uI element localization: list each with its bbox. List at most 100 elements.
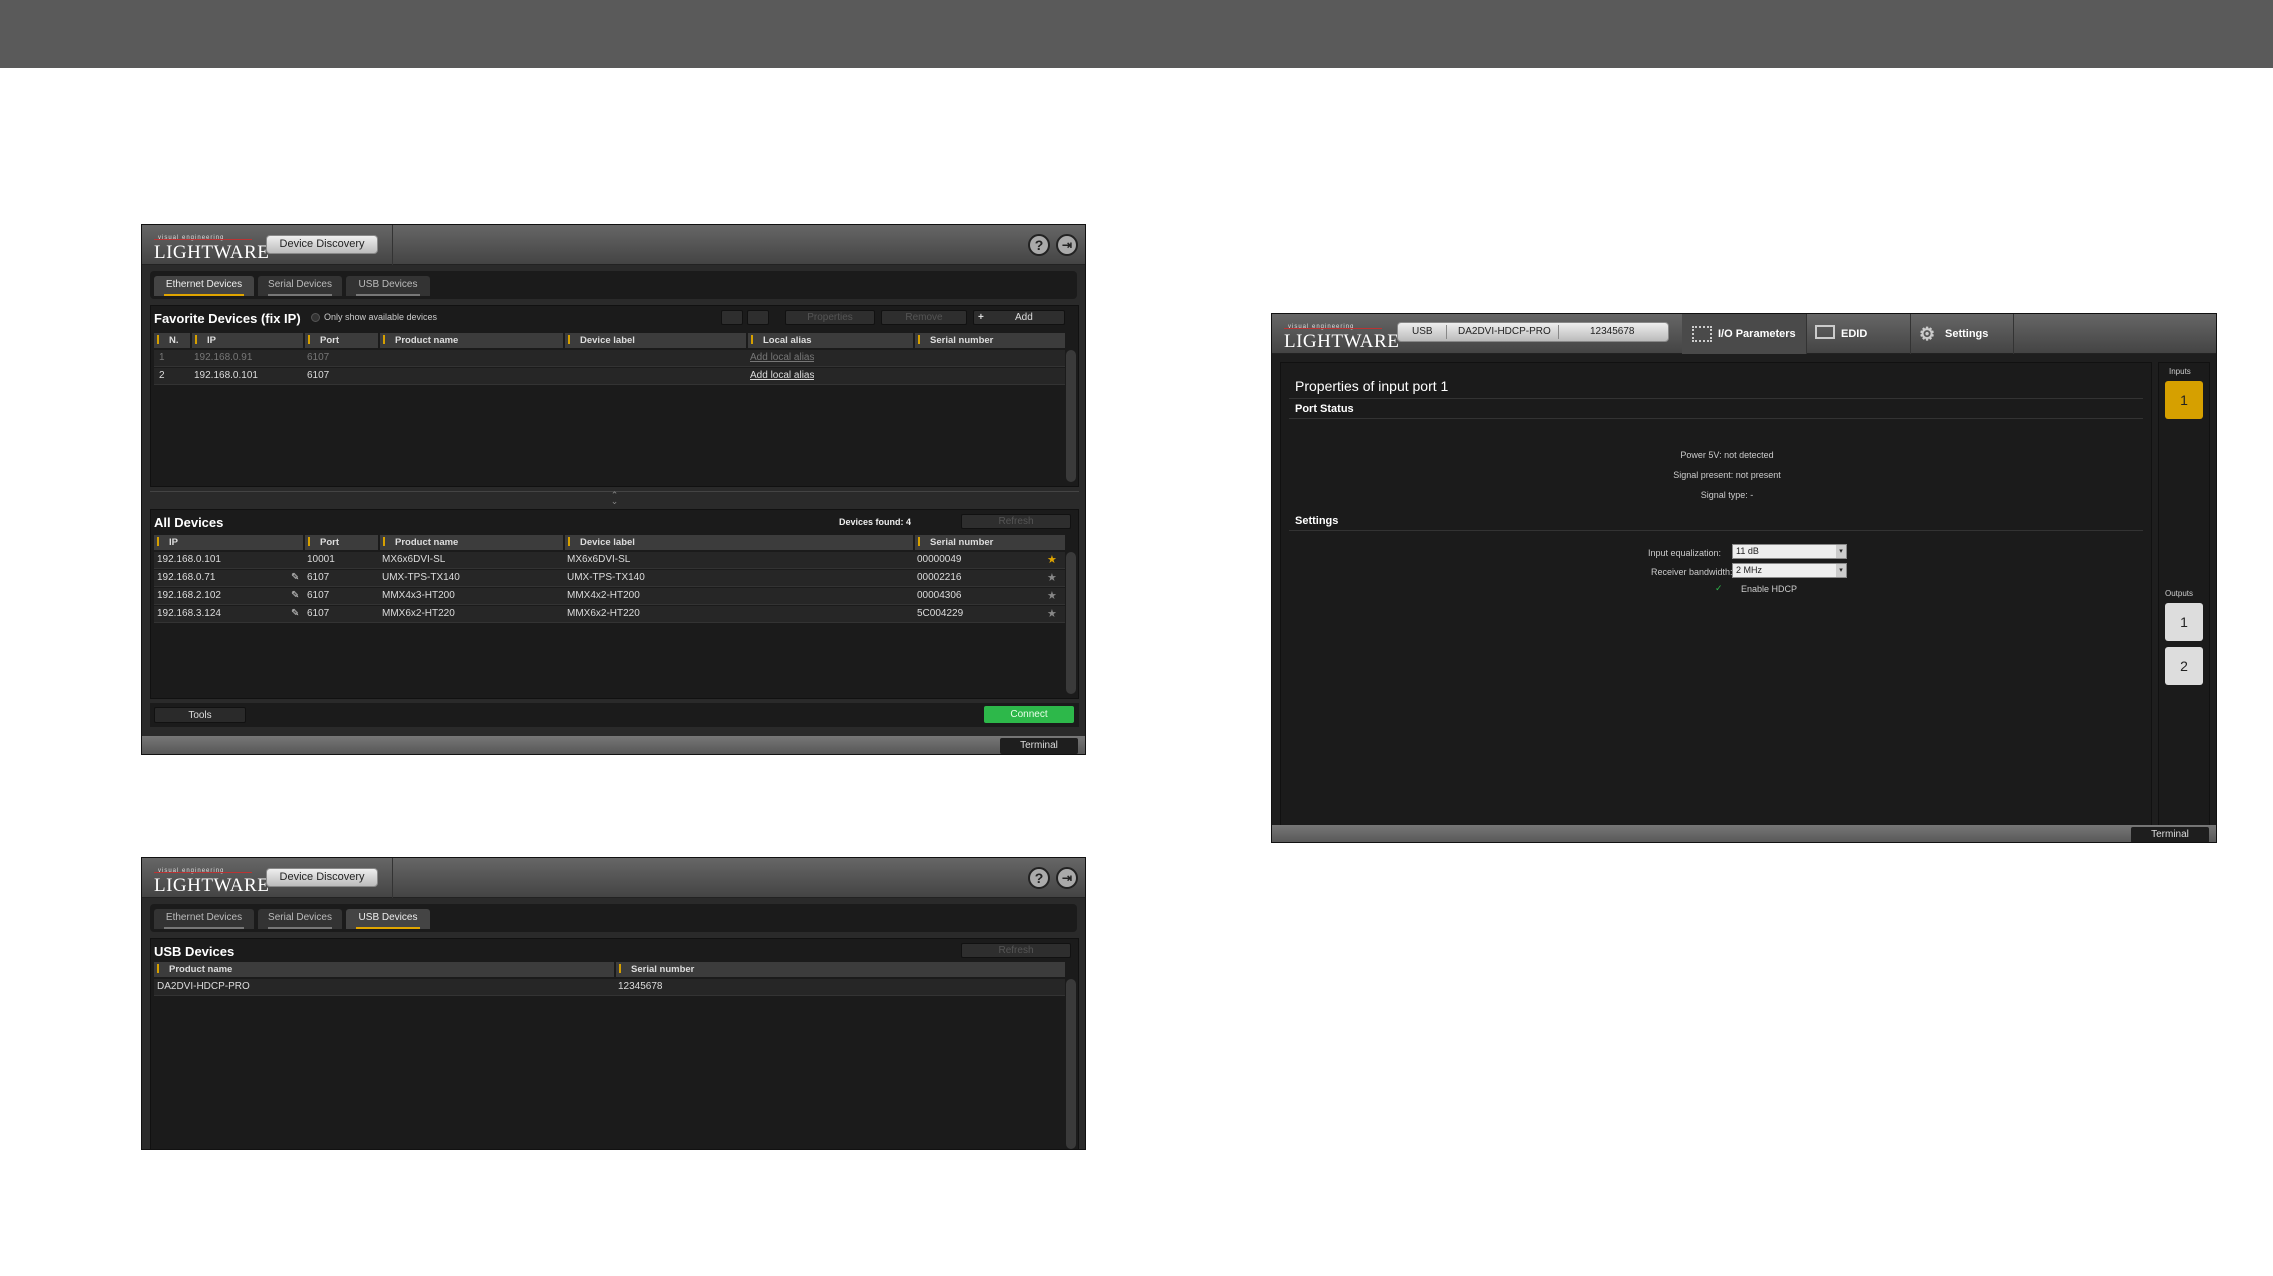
enable-hdcp-label: Enable HDCP xyxy=(1741,584,1798,594)
enable-hdcp-checkbox[interactable]: ✓ xyxy=(1715,584,1724,593)
input-port-1-button[interactable]: 1 xyxy=(2165,381,2203,419)
add-button[interactable]: + Add xyxy=(973,310,1065,325)
only-available-checkbox[interactable] xyxy=(311,313,320,322)
col-header-ip[interactable]: IP xyxy=(154,535,303,550)
col-header-n[interactable]: N. xyxy=(154,333,190,348)
window-header: visual engineering LIGHTWARE Device Disc… xyxy=(142,225,1085,265)
gear-icon: ⚙ xyxy=(1919,324,1936,344)
receiver-bandwidth-select[interactable]: 2 MHz ▾ xyxy=(1732,563,1847,578)
lightware-logo: visual engineering LIGHTWARE xyxy=(154,235,270,263)
device-type-tabs: Ethernet Devices Serial Devices USB Devi… xyxy=(150,904,1077,932)
usb-discovery-window: visual engineering LIGHTWARE Device Disc… xyxy=(141,857,1086,1150)
col-header-product[interactable]: Product name xyxy=(154,962,614,977)
col-header-product[interactable]: Product name xyxy=(380,333,563,348)
lightware-logo: visual engineering LIGHTWARE xyxy=(1284,324,1400,352)
settings-heading: Settings xyxy=(1295,515,1339,527)
move-down-button[interactable] xyxy=(747,310,769,325)
output-port-1-button[interactable]: 1 xyxy=(2165,603,2203,641)
exit-icon[interactable]: ⇥ xyxy=(1056,867,1078,889)
tab-ethernet-devices[interactable]: Ethernet Devices xyxy=(154,909,254,929)
properties-panel: Properties of input port 1 Port Status P… xyxy=(1280,362,2152,828)
ethernet-discovery-window: visual engineering LIGHTWARE Device Disc… xyxy=(141,224,1086,755)
all-devices-title: All Devices xyxy=(154,515,224,530)
col-header-port[interactable]: Port xyxy=(305,333,378,348)
favorite-star-icon[interactable]: ★ xyxy=(1047,571,1057,584)
edit-icon[interactable]: ✎ xyxy=(291,570,299,586)
tab-serial-devices[interactable]: Serial Devices xyxy=(258,276,342,296)
col-header-serial[interactable]: Serial number xyxy=(616,962,1065,977)
usb-devices-panel: USB Devices Refresh Product name Serial … xyxy=(150,938,1079,1149)
device-info-bar[interactable]: USB DA2DVI-HDCP-PRO 12345678 xyxy=(1397,322,1669,342)
col-header-alias[interactable]: Local alias xyxy=(748,333,913,348)
refresh-button[interactable]: Refresh xyxy=(961,943,1071,958)
col-header-ip[interactable]: IP xyxy=(192,333,303,348)
menu-settings[interactable]: ⚙ Settings xyxy=(1910,314,2014,354)
device-discovery-button[interactable]: Device Discovery xyxy=(266,868,378,887)
device-control-window: visual engineering LIGHTWARE USB DA2DVI-… xyxy=(1271,313,2217,843)
all-devices-panel: All Devices Devices found: 4 Refresh IP … xyxy=(150,509,1079,699)
favorite-star-icon[interactable]: ★ xyxy=(1047,607,1057,620)
title-divider xyxy=(1289,398,2143,399)
edit-icon[interactable]: ✎ xyxy=(291,588,299,604)
devices-found-count: Devices found: 4 xyxy=(839,517,912,527)
menu-edid[interactable]: EDID xyxy=(1806,314,1910,354)
device-discovery-button[interactable]: Device Discovery xyxy=(266,235,378,254)
input-equalization-select[interactable]: 11 dB ▾ xyxy=(1732,544,1847,559)
panel-resize-handle[interactable]: ⌃ ⌄ xyxy=(150,491,1079,506)
status-power: Power 5V: not detected xyxy=(1680,450,1774,460)
connect-button[interactable]: Connect xyxy=(984,706,1074,723)
col-header-label[interactable]: Device label xyxy=(565,535,913,550)
favorite-star-icon[interactable]: ★ xyxy=(1047,553,1057,566)
table-row[interactable] xyxy=(154,350,1065,367)
favorites-scrollbar[interactable] xyxy=(1066,350,1076,482)
tab-usb-devices[interactable]: USB Devices xyxy=(346,909,430,929)
col-header-serial[interactable]: Serial number xyxy=(915,333,1065,348)
output-port-2-button[interactable]: 2 xyxy=(2165,647,2203,685)
col-header-product[interactable]: Product name xyxy=(380,535,563,550)
edit-icon[interactable]: ✎ xyxy=(291,606,299,622)
remove-button[interactable]: Remove xyxy=(881,310,967,325)
exit-icon[interactable]: ⇥ xyxy=(1056,234,1078,256)
inputs-label: Inputs xyxy=(2169,367,2191,376)
receiver-bandwidth-label: Receiver bandwidth: xyxy=(1651,567,1733,577)
monitor-icon xyxy=(1815,325,1835,339)
tools-button[interactable]: Tools xyxy=(154,707,246,723)
table-row[interactable] xyxy=(154,979,1065,996)
status-signal-present: Signal present: not present xyxy=(1673,470,1781,480)
window-header: visual engineering LIGHTWARE Device Disc… xyxy=(142,858,1085,898)
port-status-heading: Port Status xyxy=(1295,403,1354,415)
tab-serial-devices[interactable]: Serial Devices xyxy=(258,909,342,929)
footer-bar xyxy=(150,703,1079,727)
table-row[interactable] xyxy=(154,368,1065,385)
add-local-alias-link[interactable]: Add local alias xyxy=(750,368,814,384)
usb-scrollbar[interactable] xyxy=(1066,979,1076,1149)
menu-io-parameters[interactable]: I/O Parameters xyxy=(1682,314,1806,354)
all-devices-scrollbar[interactable] xyxy=(1066,552,1076,694)
page-header-bar xyxy=(0,0,2273,68)
move-up-button[interactable] xyxy=(721,310,743,325)
favorite-star-icon[interactable]: ★ xyxy=(1047,589,1057,602)
add-local-alias-link[interactable]: Add local alias xyxy=(750,350,814,366)
tab-usb-devices[interactable]: USB Devices xyxy=(346,276,430,296)
input-equalization-label: Input equalization: xyxy=(1648,548,1722,558)
port-selector-panel: Inputs 1 Outputs 1 2 xyxy=(2158,362,2210,828)
properties-button[interactable]: Properties xyxy=(785,310,875,325)
only-available-label: Only show available devices xyxy=(324,312,438,322)
window-bottom-bar xyxy=(1272,825,2216,842)
device-type-tabs: Ethernet Devices Serial Devices USB Devi… xyxy=(150,271,1077,299)
terminal-button[interactable]: Terminal xyxy=(2131,827,2209,842)
terminal-button[interactable]: Terminal xyxy=(1000,738,1078,754)
help-icon[interactable]: ? xyxy=(1028,234,1050,256)
tab-ethernet-devices[interactable]: Ethernet Devices xyxy=(154,276,254,296)
col-header-label[interactable]: Device label xyxy=(565,333,746,348)
refresh-button[interactable]: Refresh xyxy=(961,514,1071,529)
favorite-devices-title: Favorite Devices (fix IP) xyxy=(154,311,301,326)
col-header-serial[interactable]: Serial number xyxy=(915,535,1065,550)
status-signal-type: Signal type: - xyxy=(1700,490,1754,500)
col-header-port[interactable]: Port xyxy=(305,535,378,550)
grid-icon xyxy=(1692,326,1712,342)
usb-devices-title: USB Devices xyxy=(154,944,235,959)
help-icon[interactable]: ? xyxy=(1028,867,1050,889)
outputs-label: Outputs xyxy=(2165,589,2194,598)
lightware-logo: visual engineering LIGHTWARE xyxy=(154,868,270,896)
